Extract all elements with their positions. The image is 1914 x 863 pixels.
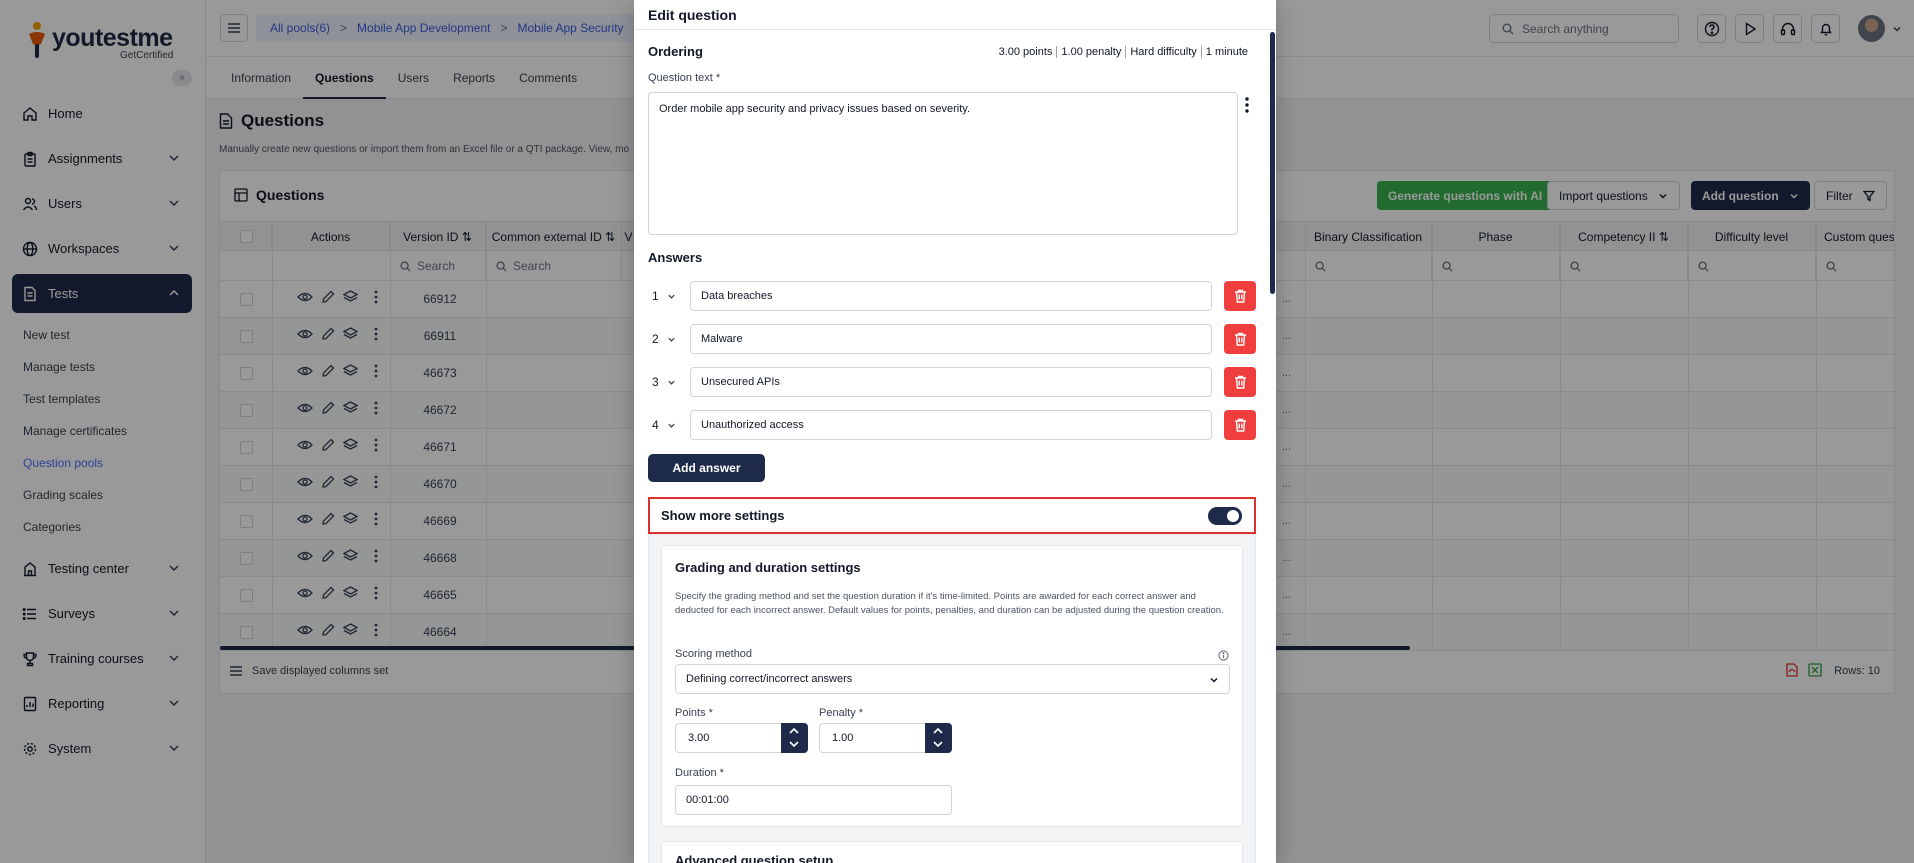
chevron-down-icon[interactable] — [667, 378, 676, 387]
info-icon[interactable] — [1218, 650, 1229, 661]
add-answer-button[interactable]: Add answer — [648, 454, 765, 482]
meta-duration: 1 minute — [1200, 46, 1252, 58]
answer-input[interactable]: Unauthorized access — [690, 410, 1212, 440]
chevron-up-icon[interactable] — [932, 726, 944, 736]
chevron-down-icon[interactable] — [788, 739, 800, 749]
trash-icon — [1234, 418, 1246, 432]
delete-answer-button[interactable] — [1224, 324, 1256, 354]
advanced-setup-card: Advanced question setup — [661, 841, 1243, 863]
delete-answer-button[interactable] — [1224, 281, 1256, 311]
points-label: Points * — [675, 707, 713, 719]
show-more-settings-label: Show more settings — [661, 508, 785, 523]
answer-input[interactable]: Malware — [690, 324, 1212, 354]
question-text-label: Question text * — [648, 72, 721, 84]
chevron-down-icon[interactable] — [932, 739, 944, 749]
answer-row: 2 Malware — [648, 324, 1256, 354]
chevron-down-icon[interactable] — [667, 335, 676, 344]
delete-answer-button[interactable] — [1224, 367, 1256, 397]
scoring-method-label: Scoring method — [675, 648, 753, 660]
points-stepper[interactable] — [781, 723, 808, 753]
duration-input[interactable]: 00:01:00 — [675, 785, 952, 815]
answers-title: Answers — [648, 250, 703, 265]
answer-input[interactable]: Unsecured APIs — [690, 367, 1212, 397]
chevron-down-icon[interactable] — [667, 421, 676, 430]
answer-input[interactable]: Data breaches — [690, 281, 1212, 311]
delete-answer-button[interactable] — [1224, 410, 1256, 440]
question-type: Ordering — [648, 44, 703, 59]
grading-duration-card: Grading and duration settings Specify th… — [661, 545, 1243, 827]
show-more-settings: Show more settings — [648, 497, 1256, 534]
advanced-setup-title: Advanced question setup — [675, 853, 834, 863]
meta-points: 3.00 points — [998, 46, 1053, 58]
answer-row: 3 Unsecured APIs — [648, 367, 1256, 397]
penalty-value: 1.00 — [832, 732, 854, 744]
trash-icon — [1234, 375, 1246, 389]
edit-question-modal: Edit question Ordering 3.00 points 1.00 … — [634, 0, 1276, 863]
meta-penalty: 1.00 penalty — [1056, 46, 1125, 58]
duration-label: Duration * — [675, 767, 724, 779]
answer-row: 1 Data breaches — [648, 281, 1256, 311]
show-more-settings-toggle[interactable] — [1208, 507, 1242, 525]
answer-order-number[interactable]: 3 — [652, 375, 659, 389]
trash-icon — [1234, 289, 1246, 303]
modal-title: Edit question — [634, 0, 1276, 30]
scoring-method-value: Defining correct/incorrect answers — [686, 673, 853, 685]
question-text-editor[interactable]: Order mobile app security and privacy is… — [648, 92, 1238, 235]
answer-order-number[interactable]: 2 — [652, 332, 659, 346]
settings-panel: Grading and duration settings Specify th… — [648, 534, 1256, 863]
meta-difficulty: Hard difficulty — [1125, 46, 1200, 58]
penalty-stepper[interactable] — [925, 723, 952, 753]
penalty-label: Penalty * — [819, 707, 864, 719]
answer-row: 4 Unauthorized access — [648, 410, 1256, 440]
trash-icon — [1234, 332, 1246, 346]
grading-title: Grading and duration settings — [675, 560, 861, 575]
answer-order-number[interactable]: 4 — [652, 418, 659, 432]
points-value: 3.00 — [688, 732, 710, 744]
question-meta: 3.00 points 1.00 penalty Hard difficulty… — [995, 46, 1252, 58]
chevron-up-icon[interactable] — [788, 726, 800, 736]
chevron-down-icon[interactable] — [667, 292, 676, 301]
scoring-method-select[interactable]: Defining correct/incorrect answers — [675, 664, 1230, 694]
chevron-down-icon — [1210, 677, 1218, 683]
more-options-icon[interactable] — [1242, 96, 1252, 114]
grading-description: Specify the grading method and set the q… — [675, 591, 1224, 616]
modal-scrollbar[interactable] — [1270, 32, 1275, 294]
answer-order-number[interactable]: 1 — [652, 289, 659, 303]
penalty-input[interactable]: 1.00 — [819, 723, 952, 753]
points-input[interactable]: 3.00 — [675, 723, 808, 753]
